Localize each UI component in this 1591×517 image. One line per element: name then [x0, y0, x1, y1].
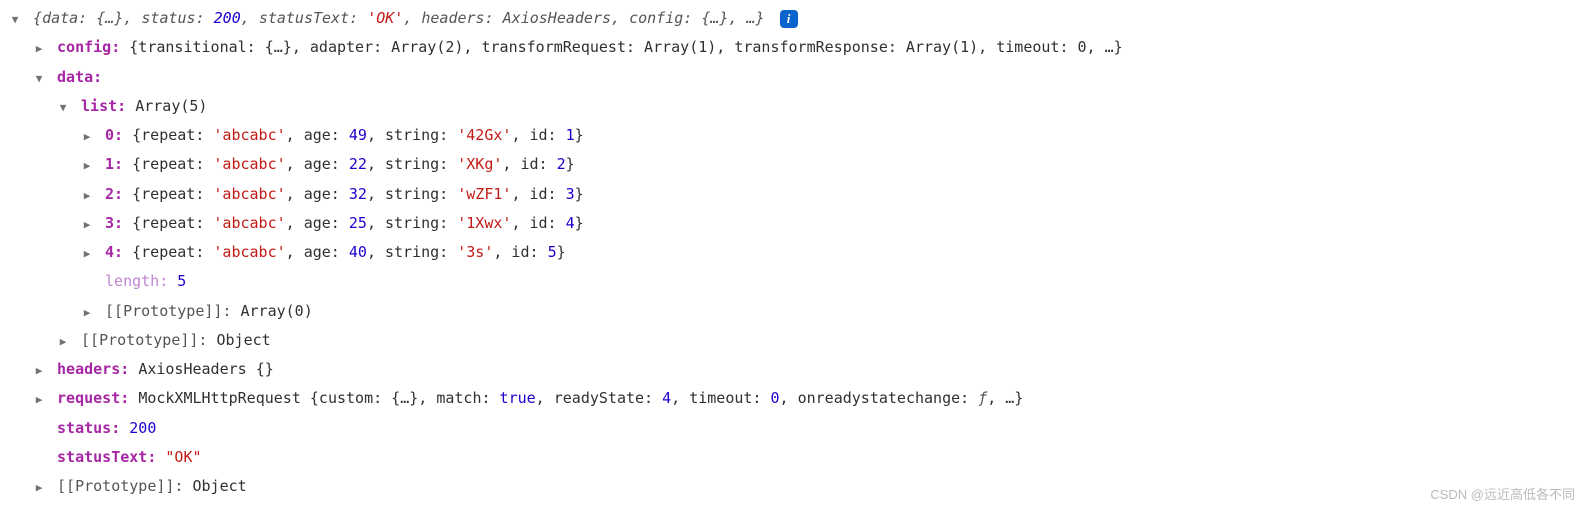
- expand-toggle-item[interactable]: ▶: [80, 189, 94, 203]
- prop-prototype[interactable]: [[Prototype]]:: [81, 331, 207, 349]
- expand-toggle-root[interactable]: ▼: [8, 13, 22, 27]
- prop-prototype[interactable]: [[Prototype]]:: [105, 302, 231, 320]
- expand-toggle-item[interactable]: ▶: [80, 130, 94, 144]
- prop-index[interactable]: 3:: [105, 214, 123, 232]
- value-status: 200: [129, 419, 156, 437]
- value-prototype: Array(0): [241, 302, 313, 320]
- expand-toggle-item[interactable]: ▶: [80, 159, 94, 173]
- list-item: ▶ 3: {repeat: 'abcabc', age: 25, string:…: [8, 209, 1583, 238]
- prop-config[interactable]: config:: [57, 38, 120, 56]
- prop-list[interactable]: list:: [81, 97, 126, 115]
- value-list: Array(5): [135, 97, 207, 115]
- list-item: ▶ 4: {repeat: 'abcabc', age: 40, string:…: [8, 238, 1583, 267]
- prop-index[interactable]: 0:: [105, 126, 123, 144]
- prop-index[interactable]: 2:: [105, 185, 123, 203]
- value-prototype: Object: [217, 331, 271, 349]
- expand-toggle-list[interactable]: ▼: [56, 101, 70, 115]
- prop-prototype[interactable]: [[Prototype]]:: [57, 477, 183, 495]
- expand-toggle-proto[interactable]: ▶: [32, 481, 46, 495]
- expand-toggle-item[interactable]: ▶: [80, 218, 94, 232]
- prop-statustext[interactable]: statusText:: [57, 448, 156, 466]
- prop-length[interactable]: length:: [105, 272, 177, 290]
- expand-toggle-headers[interactable]: ▶: [32, 364, 46, 378]
- prop-data[interactable]: data:: [57, 68, 102, 86]
- prop-headers[interactable]: headers:: [57, 360, 129, 378]
- expand-toggle-config[interactable]: ▶: [32, 42, 46, 56]
- value-headers: AxiosHeaders {}: [138, 360, 273, 378]
- prop-index[interactable]: 4:: [105, 243, 123, 261]
- expand-toggle-data[interactable]: ▼: [32, 72, 46, 86]
- prop-index[interactable]: 1:: [105, 155, 123, 173]
- value-statustext: "OK": [165, 448, 201, 466]
- expand-toggle-item[interactable]: ▶: [80, 247, 94, 261]
- expand-toggle-proto[interactable]: ▶: [80, 306, 94, 320]
- expand-toggle-proto[interactable]: ▶: [56, 335, 70, 349]
- list-item: ▶ 1: {repeat: 'abcabc', age: 22, string:…: [8, 150, 1583, 179]
- summary-line: {data: {…}, status: 200, statusText: 'OK…: [33, 9, 774, 27]
- value-prototype: Object: [193, 477, 247, 495]
- value-length: 5: [177, 272, 186, 290]
- list-item: ▶ 0: {repeat: 'abcabc', age: 49, string:…: [8, 121, 1583, 150]
- value-config: {transitional: {…}, adapter: Array(2), t…: [129, 38, 1122, 56]
- prop-status[interactable]: status:: [57, 419, 120, 437]
- list-item: ▶ 2: {repeat: 'abcabc', age: 32, string:…: [8, 180, 1583, 209]
- expand-toggle-request[interactable]: ▶: [32, 393, 46, 407]
- prop-request[interactable]: request:: [57, 389, 129, 407]
- info-icon[interactable]: i: [780, 10, 798, 28]
